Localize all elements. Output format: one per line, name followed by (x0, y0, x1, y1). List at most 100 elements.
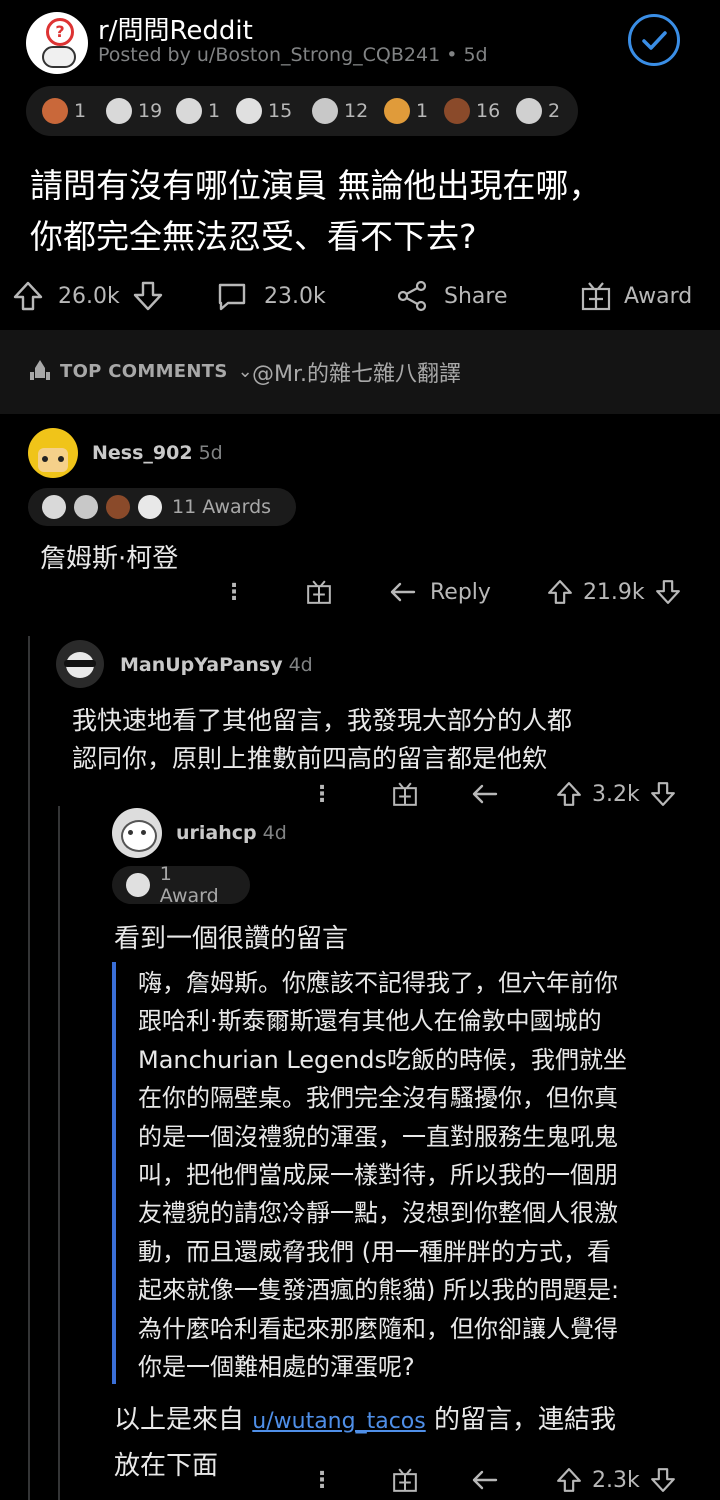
user-avatar[interactable] (28, 428, 78, 478)
award-label: Award (624, 283, 693, 309)
comment-count: 23.0k (264, 283, 326, 309)
comments-button[interactable]: 23.0k (214, 276, 326, 316)
snoo-face-icon (42, 46, 76, 68)
silver-award-icon (236, 98, 262, 124)
comment-author[interactable]: ManUpYaPansy 4d (120, 654, 313, 676)
comment-awards[interactable]: 1 Award (112, 863, 250, 907)
post-awards-bar[interactable]: 1 19 1 15 12 1 16 2 (26, 86, 578, 136)
gift-icon (578, 278, 614, 314)
award-button[interactable]: Award (578, 276, 692, 316)
reply-label: Reply (430, 579, 491, 605)
award-item: 16 (444, 86, 500, 136)
post-score: 26.0k (58, 283, 120, 309)
quote-line: 動，而且還威脅我們 (用一種胖胖的方式，看 (138, 1237, 611, 1266)
rocket-like-award-icon (384, 98, 410, 124)
award-item: 1 (176, 86, 220, 136)
helpful-award-icon (106, 98, 132, 124)
award-item: 19 (106, 86, 162, 136)
more-options-icon[interactable]: ⋮ (310, 1468, 334, 1493)
footer-suffix: 的留言，連結我 (433, 1405, 616, 1435)
comment-score: 2.3k (592, 1467, 640, 1493)
comment-actions: ⋮ Reply 21.9k (222, 574, 702, 610)
comment-actions: ⋮ 2.3k (310, 1462, 678, 1498)
comment-body-line: 認同你，原則上推數前四高的留言都是他欸 (72, 744, 548, 773)
share-label: Share (444, 283, 508, 309)
silver-award-icon (126, 873, 150, 897)
quote-bar (112, 962, 116, 1384)
reply-arrow-icon[interactable] (470, 1465, 500, 1495)
award-item: 2 (516, 86, 560, 136)
reply-arrow-icon[interactable] (470, 779, 500, 809)
quote-line: 你是一個難相處的渾蛋呢? (138, 1353, 415, 1382)
translator-credit: @Mr.的雜七雜八翻譯 (252, 362, 462, 387)
bear-award-icon (106, 495, 130, 519)
sort-selector[interactable]: TOP COMMENTS ⌄ (28, 358, 253, 384)
rocket-icon (28, 358, 52, 384)
user-link[interactable]: u/wutang_tacos (252, 1409, 425, 1434)
comment-body-line: 我快速地看了其他留言，我發現大部分的人都 (72, 706, 573, 735)
quote-line: 的是一個沒禮貌的渾蛋，一直對服務生鬼吼鬼 (138, 1122, 618, 1151)
quote-line: 嗨，詹姆斯。你應該不記得我了，但六年前你 (138, 969, 618, 997)
bear-award-icon (444, 98, 470, 124)
awards-count: 11 Awards (172, 496, 272, 518)
quote-line: 叫，把他們當成屎一樣對待，所以我的一個朋 (138, 1161, 618, 1190)
award-item: 15 (236, 86, 292, 136)
question-mark-icon: ? (46, 18, 74, 46)
comment-intro: 看到一個很讚的留言 (114, 924, 349, 954)
thread-line[interactable] (58, 806, 60, 1500)
quote-line: 為什麼哈利看起來那麼隨和，但你卻讓人覺得 (138, 1314, 618, 1343)
user-avatar[interactable] (56, 640, 104, 688)
comment-score: 3.2k (592, 781, 640, 807)
downvote-icon[interactable] (648, 1465, 678, 1495)
user-avatar[interactable] (112, 808, 162, 858)
quote-line: 起來就像一隻發酒瘋的熊貓) 所以我的問題是: (138, 1276, 620, 1305)
downvote-icon[interactable] (130, 278, 166, 314)
more-options-icon[interactable]: ⋮ (222, 580, 246, 605)
gift-icon[interactable] (304, 577, 334, 607)
comment-author[interactable]: uriahcp 4d (176, 822, 287, 844)
comment-age: 4d (262, 822, 287, 844)
upvote-icon[interactable] (554, 1465, 584, 1495)
comment-awards[interactable]: 11 Awards (28, 488, 296, 526)
post-meta: Posted by u/Boston_Strong_CQB241 • 5d (98, 44, 488, 66)
subreddit-avatar[interactable]: ? (26, 12, 88, 74)
party-award-icon (516, 98, 542, 124)
upvote-icon[interactable] (554, 779, 584, 809)
comment-author[interactable]: Ness_902 5d (92, 442, 223, 464)
quoted-comment: 嗨，詹姆斯。你應該不記得我了，但六年前你 跟哈利·斯泰爾斯還有其他人在倫敦中國城的… (138, 964, 708, 1386)
post-title: 請問有沒有哪位演員 無論他出現在哪， 你都完全無法忍受、看不下去? (30, 160, 700, 262)
award-item: 12 (312, 86, 368, 136)
snoo-award-icon (138, 495, 162, 519)
award-item: 1 (42, 86, 86, 136)
comment-score: 21.9k (582, 579, 645, 605)
share-button[interactable]: Share (394, 276, 508, 316)
share-icon (394, 278, 430, 314)
comment-age: 5d (198, 442, 223, 464)
gift-icon[interactable] (390, 1465, 420, 1495)
post-title-line: 請問有沒有哪位演員 無論他出現在哪， (30, 166, 602, 205)
checkmark-icon[interactable] (628, 14, 680, 66)
reply-arrow-icon (388, 577, 418, 607)
upvote-icon[interactable] (10, 278, 46, 314)
helpful-award-icon (42, 495, 66, 519)
more-options-icon[interactable]: ⋮ (310, 782, 334, 807)
reply-button[interactable]: Reply (388, 577, 491, 607)
downvote-icon[interactable] (648, 779, 678, 809)
quote-line: 友禮貌的請您冷靜一點，沒想到你整個人很激 (138, 1199, 618, 1228)
downvote-icon[interactable] (653, 577, 683, 607)
subreddit-name[interactable]: r/問問Reddit (98, 10, 253, 47)
awards-count: 1 Award (159, 863, 219, 907)
gift-icon[interactable] (390, 779, 420, 809)
silver-coin-award-icon (74, 495, 98, 519)
upvote-icon[interactable] (545, 577, 575, 607)
comment-body: 我快速地看了其他留言，我發現大部分的人都 認同你，原則上推數前四高的留言都是他欸 (72, 702, 572, 778)
comment-actions: ⋮ 3.2k (310, 776, 678, 812)
thread-line[interactable] (28, 636, 30, 1500)
quote-line: 在你的隔壁桌。我們完全沒有騷擾你，但你真 (138, 1084, 618, 1113)
comment-body: 詹姆斯·柯登 (40, 544, 179, 574)
footer-line: 以上是來自 u/wutang_tacos 的留言，連結我 (114, 1398, 704, 1444)
praise-award-icon (176, 98, 202, 124)
comment-bubble-icon (214, 278, 250, 314)
award-item: 1 (384, 86, 428, 136)
wholesome-award-icon (42, 98, 68, 124)
